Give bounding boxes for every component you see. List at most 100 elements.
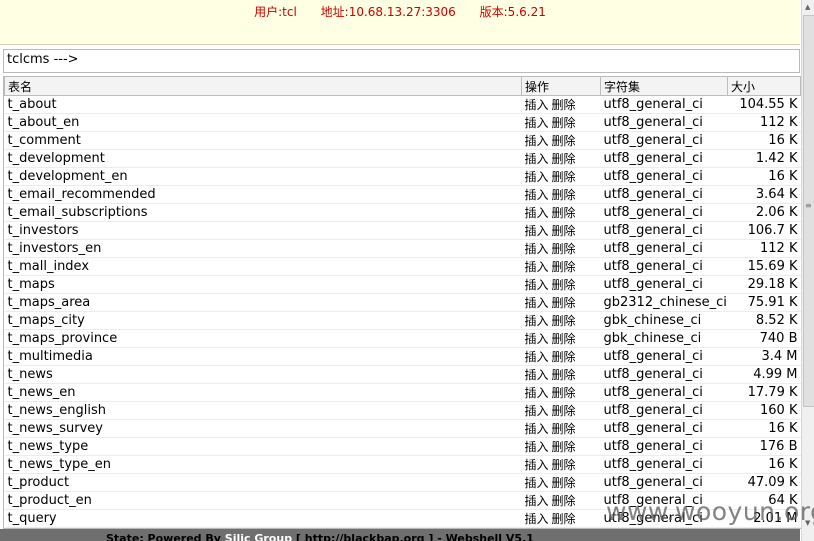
table-name-cell: t_news_type [4,437,522,456]
charset-cell: utf8_general_ci [600,419,728,438]
delete-link[interactable]: 删除 [552,440,576,454]
delete-link[interactable]: 删除 [552,386,576,400]
charset-cell: utf8_general_ci [600,275,728,294]
size-cell: 4.99 M [727,365,801,384]
insert-link[interactable]: 插入 [525,206,549,220]
size-cell: 112 K [727,113,801,132]
delete-link[interactable]: 删除 [552,404,576,418]
col-header-ops[interactable]: 操作 [521,77,601,96]
watermark: www.wooyun.org [606,497,814,526]
ops-cell: 插入 删除 [521,311,601,330]
size-cell: 17.79 K [727,383,801,402]
delete-link[interactable]: 删除 [552,224,576,238]
table-row: t_investors 插入 删除 utf8_general_ci 106.7 K [4,221,801,240]
insert-link[interactable]: 插入 [525,458,549,472]
table-row: t_news_survey 插入 删除 utf8_general_ci 16 K [4,419,801,438]
table-name-cell: t_investors_en [4,239,522,258]
insert-link[interactable]: 插入 [525,386,549,400]
delete-link[interactable]: 删除 [552,422,576,436]
table-row: t_news_english 插入 删除 utf8_general_ci 160 K [4,401,801,420]
insert-link[interactable]: 插入 [525,476,549,490]
delete-link[interactable]: 删除 [552,152,576,166]
table-row: t_investors_en 插入 删除 utf8_general_ci 112 K [4,239,801,258]
delete-link[interactable]: 删除 [552,116,576,130]
table-name-cell: t_about_en [4,113,522,132]
size-cell: 112 K [727,239,801,258]
delete-link[interactable]: 删除 [552,296,576,310]
table-row: t_about_en 插入 删除 utf8_general_ci 112 K [4,113,801,132]
delete-link[interactable]: 删除 [552,98,576,112]
delete-link[interactable]: 删除 [552,206,576,220]
size-cell: 16 K [727,419,801,438]
table-name-cell: t_news_type_en [4,455,522,474]
ops-cell: 插入 删除 [521,149,601,168]
insert-link[interactable]: 插入 [525,296,549,310]
charset-cell: utf8_general_ci [600,383,728,402]
server-info-bar: 用户:tcl 地址:10.68.13.27:3306 版本:5.6.21 [0,0,800,45]
insert-link[interactable]: 插入 [525,404,549,418]
insert-link[interactable]: 插入 [525,224,549,238]
insert-link[interactable]: 插入 [525,134,549,148]
insert-link[interactable]: 插入 [525,440,549,454]
insert-link[interactable]: 插入 [525,314,549,328]
delete-link[interactable]: 删除 [552,512,576,526]
vertical-scrollbar[interactable]: ▲ ≡ ▼ [801,0,814,541]
status-group-link[interactable]: Silic Group [225,532,292,541]
delete-link[interactable]: 删除 [552,242,576,256]
delete-link[interactable]: 删除 [552,350,576,364]
insert-link[interactable]: 插入 [525,278,549,292]
insert-link[interactable]: 插入 [525,350,549,364]
scroll-grip-icon: ≡ [805,201,812,210]
delete-link[interactable]: 删除 [552,368,576,382]
delete-link[interactable]: 删除 [552,476,576,490]
delete-link[interactable]: 删除 [552,494,576,508]
table-name-cell: t_news_en [4,383,522,402]
col-header-name[interactable]: 表名 [4,77,522,96]
charset-cell: gbk_chinese_ci [600,329,728,348]
insert-link[interactable]: 插入 [525,368,549,382]
table-row: t_development_en 插入 删除 utf8_general_ci 16 K [4,167,801,186]
insert-link[interactable]: 插入 [525,242,549,256]
delete-link[interactable]: 删除 [552,332,576,346]
size-cell: 740 B [727,329,801,348]
delete-link[interactable]: 删除 [552,458,576,472]
insert-link[interactable]: 插入 [525,152,549,166]
insert-link[interactable]: 插入 [525,332,549,346]
insert-link[interactable]: 插入 [525,494,549,508]
ops-cell: 插入 删除 [521,221,601,240]
scroll-thumb[interactable] [803,15,814,407]
table-name-cell: t_maps_area [4,293,522,312]
scroll-up-icon[interactable]: ▲ [805,3,810,11]
size-cell: 104.55 K [727,95,801,114]
size-cell: 75.91 K [727,293,801,312]
table-name-cell: t_investors [4,221,522,240]
insert-link[interactable]: 插入 [525,422,549,436]
insert-link[interactable]: 插入 [525,170,549,184]
insert-link[interactable]: 插入 [525,116,549,130]
charset-cell: utf8_general_ci [600,473,728,492]
tables-table: 表名 操作 字符集 大小 t_about 插入 删除 utf8_general_ci 1… [4,77,801,528]
size-cell: 2.06 K [727,203,801,222]
col-header-charset[interactable]: 字符集 [600,77,728,96]
table-name-cell: t_email_subscriptions [4,203,522,222]
charset-cell: utf8_general_ci [600,239,728,258]
delete-link[interactable]: 删除 [552,314,576,328]
insert-link[interactable]: 插入 [525,188,549,202]
table-name-cell: t_news_english [4,401,522,420]
delete-link[interactable]: 删除 [552,170,576,184]
charset-cell: utf8_general_ci [600,401,728,420]
size-cell: 15.69 K [727,257,801,276]
ops-cell: 插入 删除 [521,257,601,276]
delete-link[interactable]: 删除 [552,260,576,274]
insert-link[interactable]: 插入 [525,512,549,526]
col-header-size[interactable]: 大小 [727,77,801,96]
insert-link[interactable]: 插入 [525,98,549,112]
insert-link[interactable]: 插入 [525,260,549,274]
charset-cell: utf8_general_ci [600,95,728,114]
delete-link[interactable]: 删除 [552,278,576,292]
delete-link[interactable]: 删除 [552,188,576,202]
ops-cell: 插入 删除 [521,455,601,474]
delete-link[interactable]: 删除 [552,134,576,148]
charset-cell: utf8_general_ci [600,131,728,150]
charset-cell: utf8_general_ci [600,365,728,384]
